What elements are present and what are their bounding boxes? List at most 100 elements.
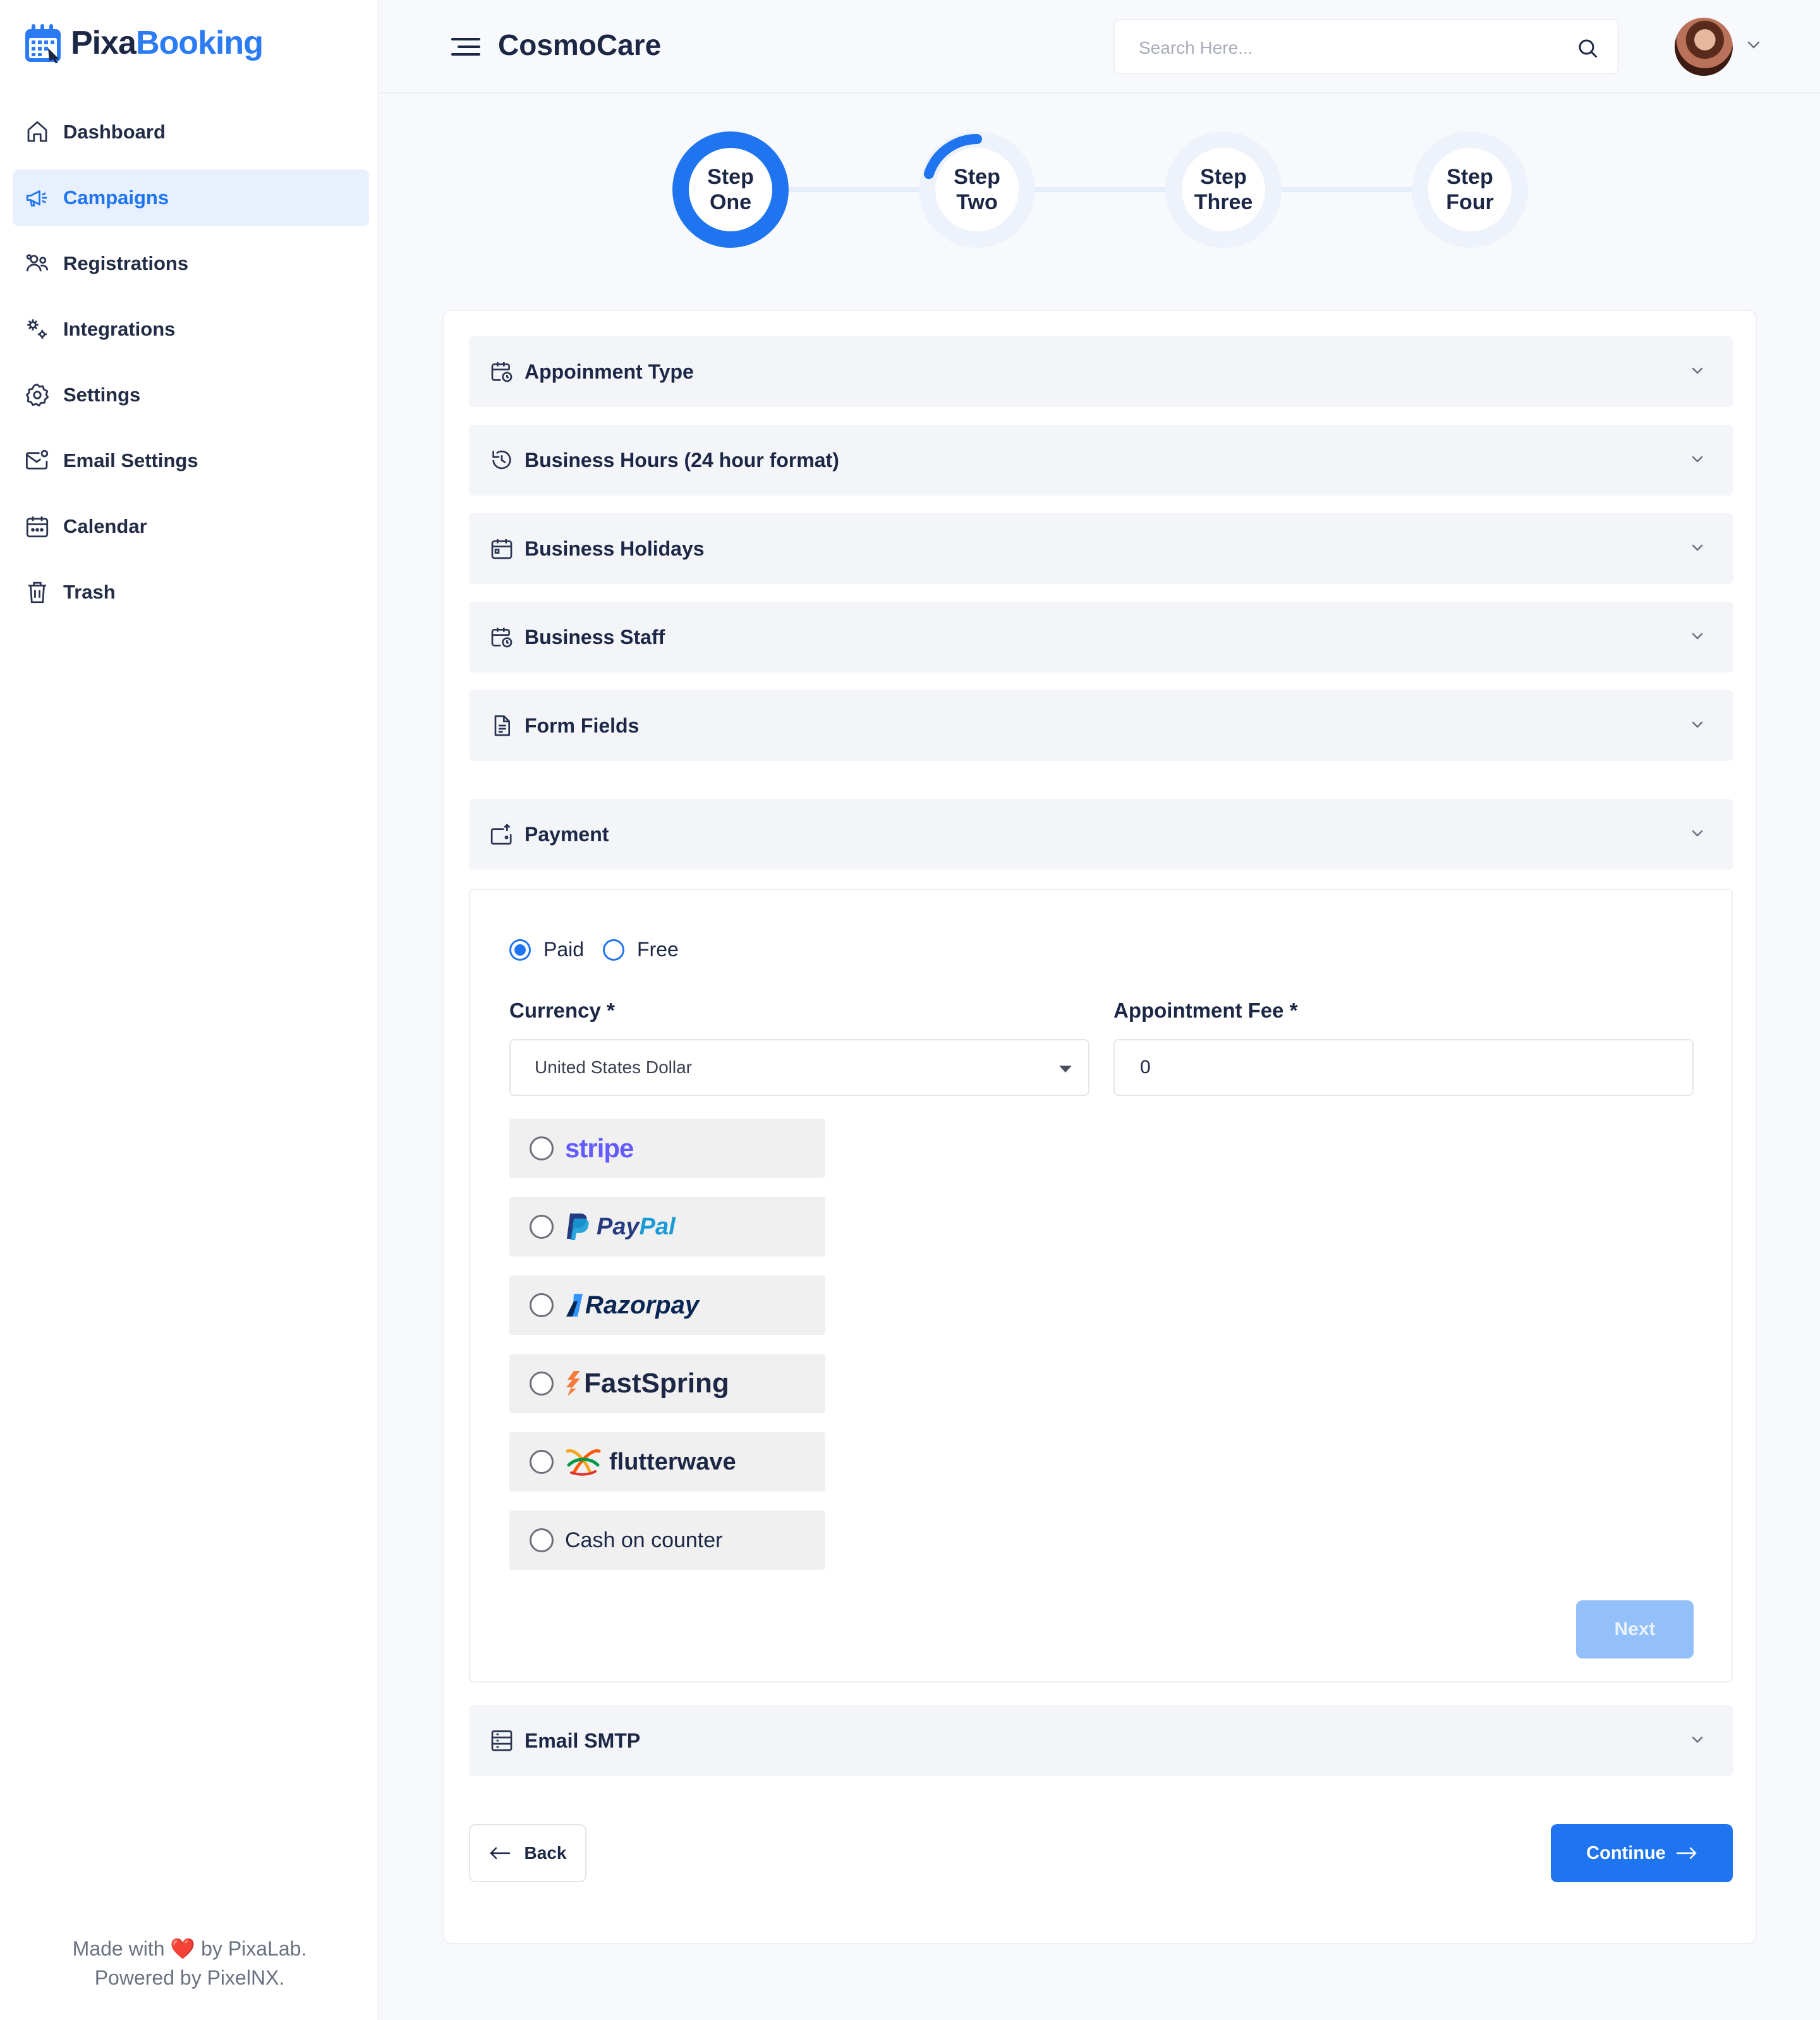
step-label: Step Three <box>1182 148 1265 231</box>
chevron-down-icon <box>1692 830 1703 837</box>
logo-text: PixaBooking <box>71 25 264 61</box>
sidebar-item-label: Dashboard <box>63 121 166 143</box>
heart-icon: ❤️ <box>170 1937 196 1960</box>
sidebar-item-trash[interactable]: Trash <box>13 564 369 621</box>
free-label: Free <box>637 938 679 961</box>
step-four[interactable]: Step Four <box>1412 131 1528 248</box>
gateway-radio[interactable] <box>530 1528 554 1552</box>
section-title: Payment <box>525 822 609 846</box>
search-input[interactable] <box>1139 34 1568 62</box>
step-connector <box>787 187 937 192</box>
megaphone-icon <box>26 190 47 207</box>
step-two-progress-arc <box>923 134 982 179</box>
gateway-option-stripe[interactable]: stripe <box>509 1119 825 1178</box>
back-button[interactable]: Back <box>469 1824 586 1882</box>
section-payment[interactable]: Payment <box>469 799 1733 870</box>
sidebar-item-dashboard[interactable]: Dashboard <box>13 104 369 161</box>
calendar-clock-icon <box>491 628 513 648</box>
section-business-holidays[interactable]: Business Holidays <box>469 513 1733 584</box>
gateway-radio[interactable] <box>530 1450 554 1474</box>
arrow-right-icon <box>1676 1847 1697 1859</box>
section-appointment-type[interactable]: Appoinment Type <box>469 336 1733 407</box>
free-radio[interactable] <box>603 939 625 961</box>
gateway-radio[interactable] <box>530 1136 554 1160</box>
back-label: Back <box>524 1843 567 1863</box>
paypal-logo-icon <box>567 1214 589 1240</box>
step-two-progress-ring <box>923 134 982 179</box>
avatar[interactable] <box>1675 18 1733 76</box>
step-label: Step One <box>689 148 772 231</box>
gateway-option-fastspring[interactable]: FastSpring <box>509 1354 825 1413</box>
currency-select[interactable]: United States Dollar <box>509 1039 1089 1096</box>
server-mail-icon <box>491 1730 513 1751</box>
search-box <box>1113 19 1619 75</box>
sidebar-footer: Made with ❤️ by PixaLab. Powered by Pixe… <box>0 1934 379 1992</box>
menu-toggle-icon[interactable] <box>450 34 482 59</box>
sidebar-item-integrations[interactable]: Integrations <box>13 301 369 358</box>
gateway-radio[interactable] <box>530 1215 554 1239</box>
mail-settings-icon <box>25 449 49 470</box>
users-icon <box>26 254 49 272</box>
calendar-clock-icon <box>491 362 513 382</box>
footer-made-with: Made with ❤️ by PixaLab. <box>72 1937 307 1960</box>
chevron-down-icon <box>1692 1736 1703 1743</box>
appointment-fee-label: Appointment Fee * <box>1113 999 1298 1022</box>
section-email-smtp[interactable]: Email SMTP <box>469 1705 1733 1776</box>
app-logo[interactable]: PixaBooking <box>24 23 264 63</box>
payment-panel: Paid Free Currency * United States Dolla… <box>469 889 1733 1682</box>
section-form-fields[interactable]: Form Fields <box>469 690 1733 761</box>
step-connector <box>1034 187 1183 192</box>
step-one[interactable]: Step One <box>672 131 789 248</box>
paid-label: Paid <box>543 938 585 961</box>
sidebar-item-label: Settings <box>63 384 141 406</box>
sidebar-item-registrations[interactable]: Registrations <box>13 235 369 292</box>
razorpay-logo-icon <box>566 1294 583 1317</box>
page-title: CosmoCare <box>498 28 662 61</box>
fastspring-wordmark: FastSpring <box>584 1368 729 1399</box>
caret-down-icon <box>1059 1066 1072 1073</box>
step-three[interactable]: Step Three <box>1165 131 1282 248</box>
paypal-wordmark: PayPal <box>597 1213 676 1240</box>
gateway-option-flutterwave[interactable]: flutterwave <box>509 1432 825 1492</box>
section-business-hours[interactable]: Business Hours (24 hour format) <box>469 425 1733 496</box>
gateway-option-cash-on-counter[interactable]: Cash on counter <box>509 1511 825 1570</box>
sidebar-item-settings[interactable]: Settings <box>13 367 369 423</box>
section-title: Form Fields <box>525 714 640 737</box>
chevron-down-icon <box>1692 633 1703 640</box>
gateway-radio[interactable] <box>530 1372 554 1396</box>
trash-icon <box>28 581 46 604</box>
continue-button[interactable]: Continue <box>1551 1824 1733 1882</box>
history-clock-icon <box>492 450 511 470</box>
cash-on-counter-label: Cash on counter <box>565 1528 723 1552</box>
sidebar-item-email-settings[interactable]: Email Settings <box>13 432 369 489</box>
paid-radio[interactable] <box>509 939 531 961</box>
sidebar-item-label: Calendar <box>63 515 147 537</box>
section-business-staff[interactable]: Business Staff <box>469 602 1733 672</box>
gateway-radio[interactable] <box>530 1293 554 1317</box>
footer-powered-by: Powered by PixelNX. <box>94 1966 285 1989</box>
home-icon <box>27 121 47 142</box>
gateway-option-razorpay[interactable]: Razorpay <box>509 1275 825 1335</box>
flutterwave-logo-icon <box>566 1449 601 1476</box>
sidebar: PixaBooking Dashboard Campaigns Registra… <box>0 0 379 2020</box>
sidebar-item-calendar[interactable]: Calendar <box>13 498 369 555</box>
integrations-icon <box>27 319 47 339</box>
search-icon[interactable] <box>1576 37 1599 59</box>
arrow-left-icon <box>489 1847 510 1859</box>
section-title: Email SMTP <box>525 1729 641 1752</box>
chevron-down-icon <box>1692 367 1703 374</box>
chevron-down-icon <box>1692 456 1703 463</box>
calendar-logo-icon <box>25 24 61 63</box>
sidebar-item-label: Campaigns <box>63 186 169 209</box>
sidebar-item-campaigns[interactable]: Campaigns <box>13 169 369 226</box>
step-label: Step Four <box>1428 148 1512 231</box>
chevron-down-icon <box>1692 544 1703 551</box>
currency-value: United States Dollar <box>535 1057 693 1077</box>
wallet-icon <box>490 824 512 845</box>
gateway-option-paypal[interactable]: PayPal <box>509 1197 825 1256</box>
chevron-down-icon[interactable] <box>1745 39 1762 51</box>
appointment-fee-input[interactable]: 0 <box>1113 1039 1694 1096</box>
chevron-down-icon <box>1692 721 1703 728</box>
next-button[interactable]: Next <box>1576 1600 1694 1658</box>
razorpay-wordmark: Razorpay <box>585 1291 700 1319</box>
